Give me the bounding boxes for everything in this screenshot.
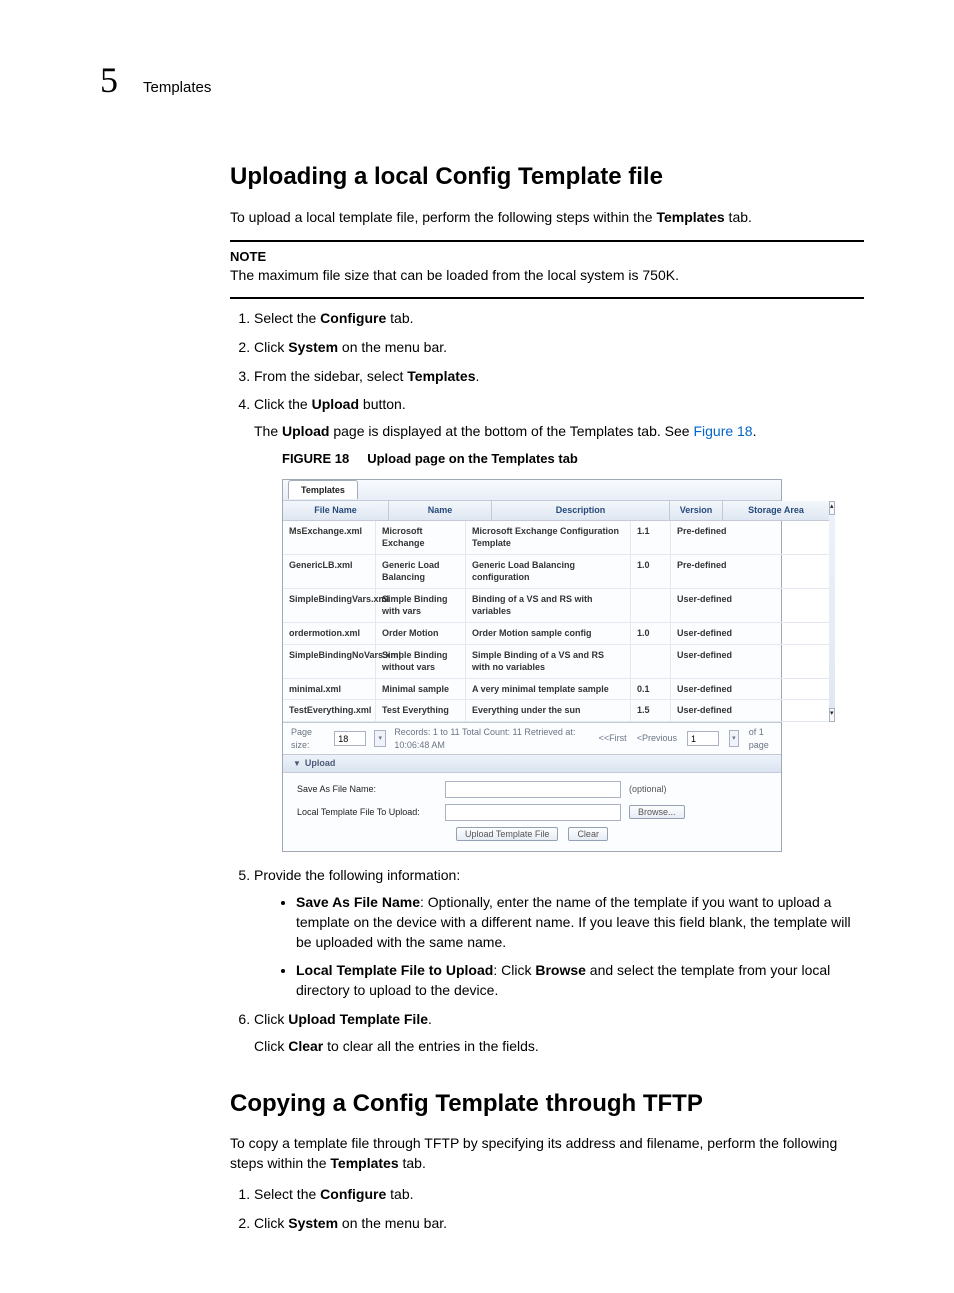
chapter-number: 5 (100, 55, 118, 105)
cell: User-defined (671, 623, 765, 644)
section-heading-tftp: Copying a Config Template through TFTP (230, 1087, 864, 1121)
cell: User-defined (671, 645, 765, 678)
upload-template-file-button[interactable]: Upload Template File (456, 827, 558, 841)
cell: User-defined (671, 589, 765, 622)
step-3: From the sidebar, select Templates. (254, 367, 864, 387)
table-row[interactable]: minimal.xmlMinimal sampleA very minimal … (283, 679, 829, 701)
note-label: NOTE (230, 248, 864, 266)
cell (631, 589, 671, 622)
page-number-input[interactable] (687, 731, 719, 746)
page-size-input[interactable] (334, 731, 366, 746)
note-rule-top (230, 240, 864, 242)
table-row[interactable]: ordermotion.xmlOrder MotionOrder Motion … (283, 623, 829, 645)
cell: 0.1 (631, 679, 671, 700)
cell: SimpleBindingVars.xml (283, 589, 376, 622)
optional-label: (optional) (629, 783, 667, 796)
cell: Generic Load Balancing configuration (466, 555, 631, 588)
cell: TestEverything.xml (283, 700, 376, 721)
note-text: The maximum file size that can be loaded… (230, 266, 864, 286)
cell: SimpleBindingNoVars.xml (283, 645, 376, 678)
page-number-dropdown-icon[interactable]: ▾ (729, 730, 739, 747)
cell: A very minimal template sample (466, 679, 631, 700)
scroll-down-icon[interactable]: ▾ (829, 708, 835, 722)
col-version[interactable]: Version (670, 501, 723, 520)
save-as-label: Save As File Name: (297, 783, 437, 796)
table-row[interactable]: SimpleBindingNoVars.xmlSimple Binding wi… (283, 645, 829, 679)
step-6: Click Upload Template File. Click Clear … (254, 1010, 864, 1056)
step-5-bullet-2: Local Template File to Upload: Click Bro… (296, 961, 864, 1000)
cell: 1.5 (631, 700, 671, 721)
cell: Simple Binding of a VS and RS with no va… (466, 645, 631, 678)
grid-body: MsExchange.xmlMicrosoft ExchangeMicrosof… (283, 521, 829, 723)
browse-button[interactable]: Browse... (629, 805, 685, 819)
first-page-link[interactable]: <<First (599, 732, 627, 745)
cell: Simple Binding without vars (376, 645, 466, 678)
cell: User-defined (671, 700, 765, 721)
figure-link[interactable]: Figure 18 (693, 423, 752, 439)
cell: Order Motion (376, 623, 466, 644)
table-row[interactable]: GenericLB.xmlGeneric Load BalancingGener… (283, 555, 829, 589)
steps-list: Select the Configure tab. Click System o… (230, 309, 864, 1056)
step-4: Click the Upload button. The Upload page… (254, 395, 864, 852)
tftp-intro: To copy a template file through TFTP by … (230, 1134, 864, 1173)
cell: Test Everything (376, 700, 466, 721)
table-row[interactable]: SimpleBindingVars.xmlSimple Binding with… (283, 589, 829, 623)
section-heading-uploading: Uploading a local Config Template file (230, 160, 864, 194)
scroll-up-icon[interactable]: ▴ (829, 501, 835, 515)
cell: Minimal sample (376, 679, 466, 700)
table-row[interactable]: MsExchange.xmlMicrosoft ExchangeMicrosof… (283, 521, 829, 555)
templates-tab[interactable]: Templates (288, 480, 358, 499)
cell: Simple Binding with vars (376, 589, 466, 622)
grid-header: File Name Name Description Version Stora… (283, 501, 829, 521)
pager-bar: Page size: ▾ Records: 1 to 11 Total Coun… (283, 722, 781, 754)
tftp-step-2: Click System on the menu bar. (254, 1214, 864, 1234)
collapse-icon: ▼ (293, 759, 301, 768)
note-rule-bottom (230, 297, 864, 299)
cell: User-defined (671, 679, 765, 700)
page-size-dropdown-icon[interactable]: ▾ (374, 730, 386, 747)
scrollbar[interactable]: ▴ ▾ (829, 501, 835, 722)
table-row[interactable]: TestEverything.xmlTest EverythingEveryth… (283, 700, 829, 722)
step-2: Click System on the menu bar. (254, 338, 864, 358)
cell: 1.0 (631, 555, 671, 588)
records-text: Records: 1 to 11 Total Count: 11 Retriev… (394, 726, 590, 751)
cell: Everything under the sun (466, 700, 631, 721)
cell: Pre-defined (671, 521, 765, 554)
col-file-name[interactable]: File Name (283, 501, 389, 520)
cell: MsExchange.xml (283, 521, 376, 554)
previous-page-link[interactable]: <Previous (637, 732, 677, 745)
cell (631, 645, 671, 678)
cell: Microsoft Exchange Configuration Templat… (466, 521, 631, 554)
cell: Generic Load Balancing (376, 555, 466, 588)
cell: Pre-defined (671, 555, 765, 588)
col-description[interactable]: Description (492, 501, 670, 520)
cell: GenericLB.xml (283, 555, 376, 588)
cell: 1.0 (631, 623, 671, 644)
step-1: Select the Configure tab. (254, 309, 864, 329)
cell: Order Motion sample config (466, 623, 631, 644)
cell: 1.1 (631, 521, 671, 554)
step-5-bullet-1: Save As File Name: Optionally, enter the… (296, 893, 864, 952)
page-header: 5 Templates (100, 55, 864, 105)
tftp-steps-list: Select the Configure tab. Click System o… (230, 1185, 864, 1233)
clear-button[interactable]: Clear (568, 827, 608, 841)
upload-section-header[interactable]: ▼Upload (283, 754, 781, 773)
figure-caption: FIGURE 18Upload page on the Templates ta… (282, 449, 864, 469)
cell: ordermotion.xml (283, 623, 376, 644)
save-as-input[interactable] (445, 781, 621, 798)
of-pages-label: of 1 page (749, 726, 773, 751)
col-storage-area[interactable]: Storage Area (723, 501, 829, 520)
chapter-title: Templates (143, 77, 211, 98)
local-file-input[interactable] (445, 804, 621, 821)
page-size-label: Page size: (291, 726, 326, 751)
tftp-step-1: Select the Configure tab. (254, 1185, 864, 1205)
cell: Binding of a VS and RS with variables (466, 589, 631, 622)
cell: minimal.xml (283, 679, 376, 700)
local-file-label: Local Template File To Upload: (297, 806, 437, 819)
templates-screenshot: Templates File Name Name Description Ver… (282, 479, 782, 852)
step-5: Provide the following information: Save … (254, 866, 864, 1001)
intro-paragraph: To upload a local template file, perform… (230, 208, 864, 228)
col-name[interactable]: Name (389, 501, 492, 520)
cell: Microsoft Exchange (376, 521, 466, 554)
